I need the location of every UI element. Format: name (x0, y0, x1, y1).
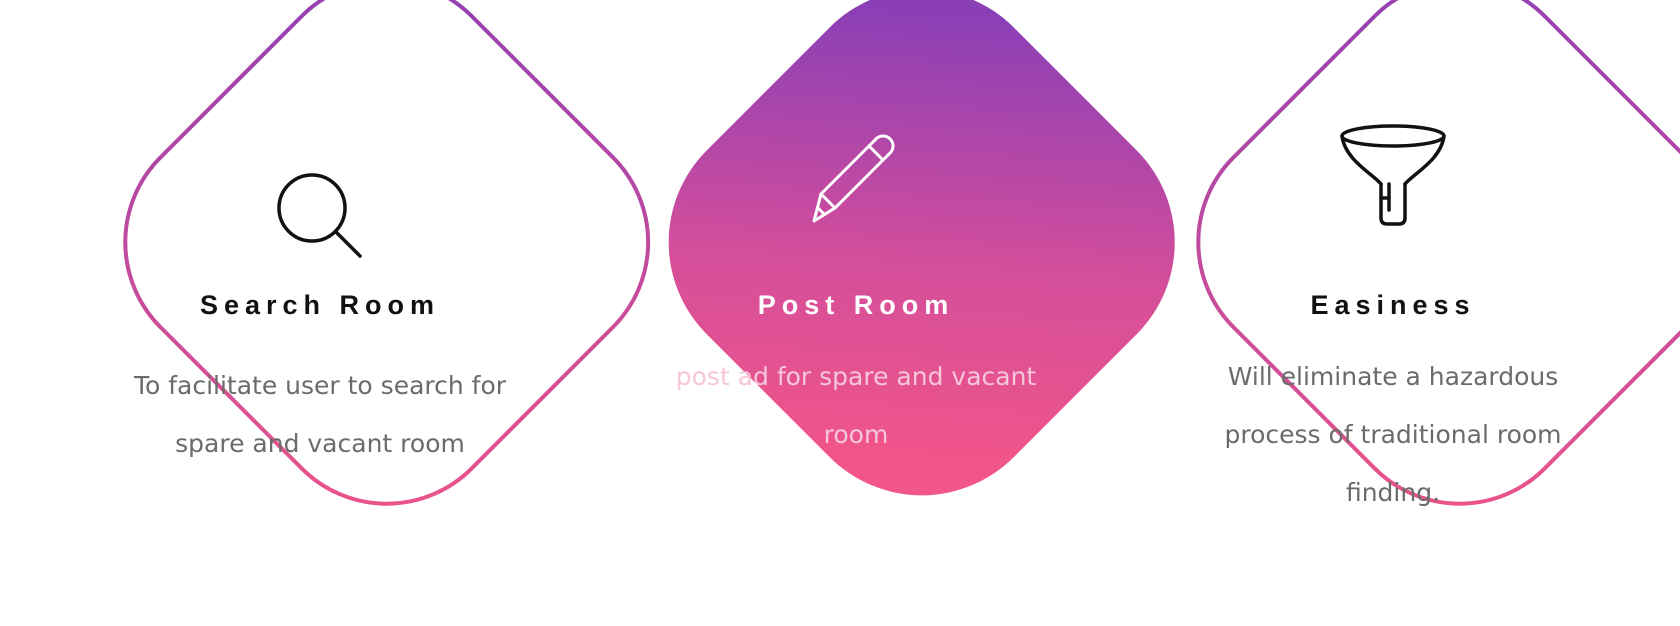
card-description: To facilitate user to search for spare a… (133, 371, 507, 458)
card-title: Easiness (1310, 290, 1476, 320)
feature-card-easiness: Easiness Will eliminate a hazardous proc… (1073, 0, 1680, 626)
card-description: post ad for spare and vacant room (675, 362, 1037, 449)
funnel-icon (1340, 124, 1446, 226)
search-icon (277, 173, 362, 258)
pencil-icon (812, 134, 895, 223)
card-description: Will eliminate a hazardous process of tr… (1224, 362, 1562, 507)
